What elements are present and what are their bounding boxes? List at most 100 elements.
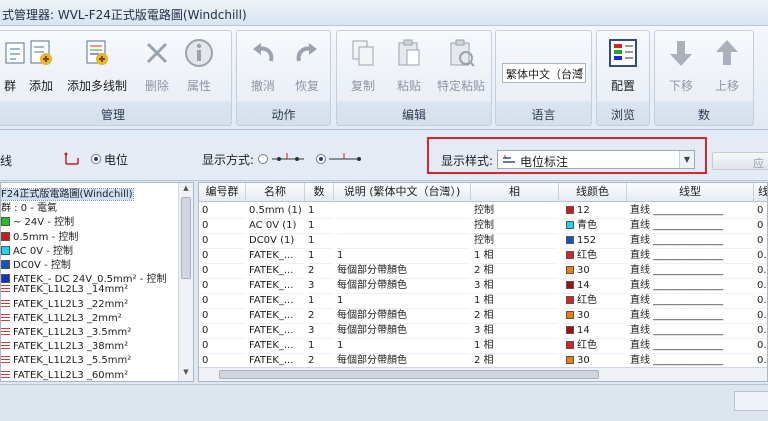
tree-vertical-scrollbar[interactable]: ▲ ▼ <box>178 183 193 381</box>
group-label-edit: 编辑 <box>401 108 426 122</box>
tree-item[interactable]: FATEK_L1L2L3 _60mm² <box>1 370 128 381</box>
paste-icon <box>398 39 420 66</box>
display-mode-2-icon <box>329 153 361 161</box>
add-button-label: 添加 <box>28 79 53 93</box>
cell-text: 0.25 <box>757 355 767 366</box>
table-row[interactable]: 0 FATEK_... 1 1 1 相 红色 直线 ______________ 0.25 <box>199 339 767 354</box>
cell-text: 2 相 <box>474 355 494 366</box>
group-label-manage: 管理 <box>100 108 125 122</box>
table-cell-count: 3 <box>308 279 333 294</box>
display-style-select[interactable]: 电位标注 ▼ <box>497 150 695 169</box>
table-cell-color_name: 红色 <box>562 249 626 264</box>
group-label-browse: 浏览 <box>610 108 635 122</box>
column-header[interactable]: 编号群 <box>199 183 246 202</box>
ribbon-group-actions: 撤消 恢复 动作 <box>236 30 331 126</box>
delete-button[interactable]: 删除 <box>139 33 175 99</box>
configure-button-label: 配置 <box>610 79 635 93</box>
copy-button[interactable]: 复制 <box>343 33 383 99</box>
column-header[interactable]: 名称 <box>246 183 305 202</box>
tree-item[interactable]: FATEK_L1L2L3 _5.5mm² <box>1 355 131 369</box>
redo-button[interactable]: 恢复 <box>287 33 327 99</box>
cell-text: 0.25 <box>757 295 767 306</box>
table-cell-group: 0 <box>202 204 245 219</box>
tree-item[interactable]: 群 : 0 - 電氣 <box>1 199 57 214</box>
move-down-button[interactable]: 下移 <box>661 33 701 99</box>
add-multiwire-button[interactable]: 添加多线制 <box>61 33 133 99</box>
table-cell-color_name: 14 <box>562 279 626 294</box>
cell-text: 直线 ______________ <box>630 250 724 261</box>
table-cell-desc: 每個部分帶顏色 <box>337 309 470 324</box>
table-row[interactable]: 0 FATEK_... 3 每個部分帶顏色 3 相 14 直线 ______________… <box>199 279 767 294</box>
table-cell-width: 0.25 <box>757 324 767 339</box>
table-cell-count: 2 <box>308 309 333 324</box>
cell-text: FATEK_... <box>249 280 294 291</box>
cell-text: 控制 <box>474 220 494 231</box>
tree-item[interactable]: FATEK_L1L2L3 _14mm² <box>1 284 128 298</box>
paste-special-button[interactable]: 特定粘贴 <box>433 33 489 99</box>
cell-text: 0.25 <box>757 310 767 321</box>
cell-text: FATEK_... <box>249 295 294 306</box>
tree-item[interactable]: ~ 24V - 控制 <box>1 213 74 228</box>
potential-radio[interactable] <box>91 154 101 164</box>
tree-item[interactable]: DC0V - 控制 <box>1 256 71 271</box>
table-row[interactable]: 0 DC0V (1) 1 控制 152 直线 ______________ 0 <box>199 234 767 249</box>
table-horizontal-scrollbar[interactable] <box>199 367 767 381</box>
column-header[interactable]: 数 <box>305 183 334 202</box>
display-style-label: 显示样式: <box>441 154 494 168</box>
configure-button[interactable]: 配置 <box>601 33 645 99</box>
table-cell-linetype: 直线 ______________ <box>630 294 753 309</box>
table-row[interactable]: 0 FATEK_... 2 每個部分帶顏色 2 相 30 直线 ______________… <box>199 264 767 279</box>
cell-text: 每個部分帶顏色 <box>337 355 407 366</box>
chevron-down-icon: ▼ <box>679 151 694 168</box>
tree-item[interactable]: FATEK_L1L2L3 _22mm² <box>1 299 128 313</box>
column-header[interactable]: 说明 (繁体中文（台灣）) <box>334 183 471 202</box>
group-button[interactable]: 群 <box>0 33 25 99</box>
cell-text: 2 相 <box>474 310 494 321</box>
group-label-number: 数 <box>697 108 710 122</box>
language-select[interactable]: 繁体中文（台灣 ▾ <box>502 63 586 83</box>
scroll-up-icon[interactable]: ▲ <box>179 184 193 196</box>
tree-item[interactable]: AC 0V - 控制 <box>1 242 73 257</box>
tree-item[interactable]: 0.5mm - 控制 <box>1 228 78 243</box>
apply-button[interactable]: 应 <box>712 152 768 170</box>
scroll-thumb[interactable] <box>181 197 191 279</box>
tree-item[interactable]: FATEK_- DC 24V_0.5mm² - 控制 <box>1 270 166 285</box>
table-cell-linetype: 直线 ______________ <box>630 324 753 339</box>
add-button[interactable]: 添加 <box>23 33 59 99</box>
cell-text: 152 <box>577 235 597 246</box>
table-row[interactable]: 0 FATEK_... 2 每個部分帶顏色 2 相 30 直线 ______________… <box>199 309 767 324</box>
table-cell-group: 0 <box>202 234 245 249</box>
column-header[interactable]: 相 <box>471 183 559 202</box>
paste-special-icon <box>450 39 475 67</box>
properties-button[interactable]: 属性 <box>181 33 217 99</box>
cell-text: 1 <box>337 250 344 261</box>
table-cell-phase: 1 相 <box>474 339 558 354</box>
scroll-down-icon[interactable]: ▼ <box>179 368 193 380</box>
table-row[interactable]: 0 FATEK_... 1 1 1 相 红色 直线 ______________ 0.25 <box>199 249 767 264</box>
move-up-button[interactable]: 上移 <box>707 33 747 99</box>
column-header[interactable]: 线 <box>754 183 767 202</box>
cell-text: 1 <box>337 340 344 351</box>
table-cell-count: 1 <box>308 294 333 309</box>
table-cell-desc: 每個部分帶顏色 <box>337 324 470 339</box>
cell-text: 0 <box>202 235 209 246</box>
table-row[interactable]: 0 FATEK_... 1 1 1 相 红色 直线 ______________ 0.25 <box>199 294 767 309</box>
tree-item[interactable]: FATEK_L1L2L3 _2mm² <box>1 313 122 327</box>
column-header[interactable]: 线颜色 <box>559 183 627 202</box>
undo-button[interactable]: 撤消 <box>243 33 283 99</box>
display-mode-radio-1[interactable] <box>258 154 268 164</box>
table-cell-width: 0.25 <box>757 309 767 324</box>
display-mode-radio-2[interactable] <box>316 154 326 164</box>
table-row[interactable]: 0 AC 0V (1) 1 控制 青色 直线 ______________ 0 <box>199 219 767 234</box>
wire-color-swatch <box>566 356 574 364</box>
tree-item[interactable]: FATEK_L1L2L3 _38mm² <box>1 341 128 355</box>
table-row[interactable]: 0 FATEK_... 3 每個部分帶顏色 3 相 14 直线 ______________… <box>199 324 767 339</box>
tree-item-label: FATEK_L1L2L3 _14mm² <box>13 284 129 296</box>
column-header[interactable]: 线型 <box>627 183 754 202</box>
tree-item[interactable]: FATEK_L1L2L3 _3.5mm² <box>1 327 131 341</box>
wire-table: 编号群 名称数说明 (繁体中文（台灣）) 相线颜色 线型线 0 0.5mm (1) 1 控制… <box>198 182 768 382</box>
tree-item[interactable]: F24正式版電路圖(Windchill) <box>1 185 134 201</box>
scroll-thumb[interactable] <box>219 370 599 379</box>
table-row[interactable]: 0 0.5mm (1) 1 控制 12 直线 ______________ 0 <box>199 204 767 219</box>
paste-button[interactable]: 粘贴 <box>389 33 429 99</box>
